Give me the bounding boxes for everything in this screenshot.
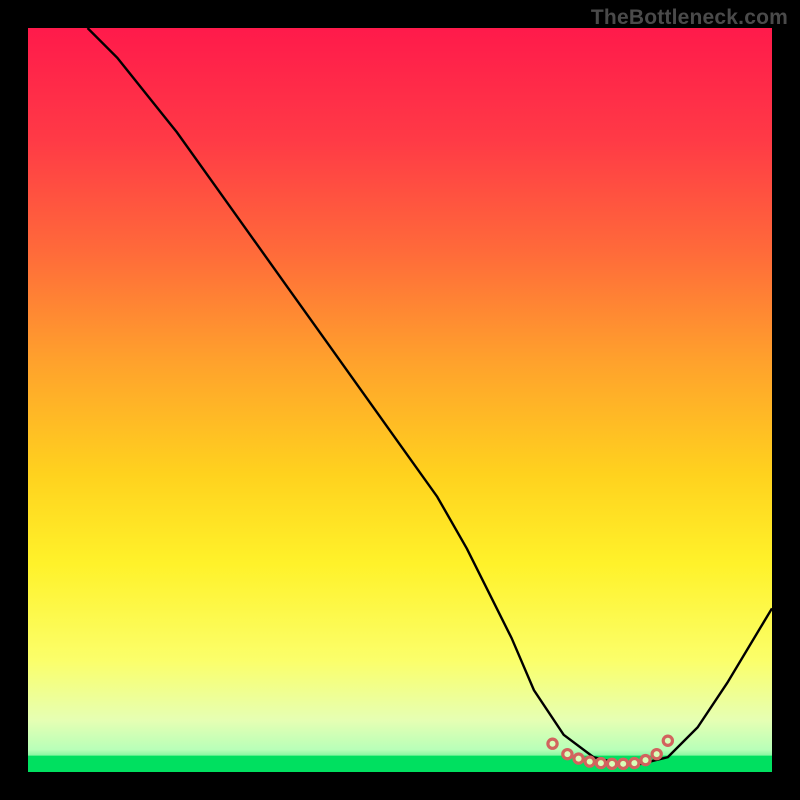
plot-area <box>28 28 772 772</box>
gradient-background <box>28 28 772 772</box>
plot-svg <box>28 28 772 772</box>
watermark: TheBottleneck.com <box>591 6 788 30</box>
chart-container: TheBottleneck.com <box>0 0 800 800</box>
